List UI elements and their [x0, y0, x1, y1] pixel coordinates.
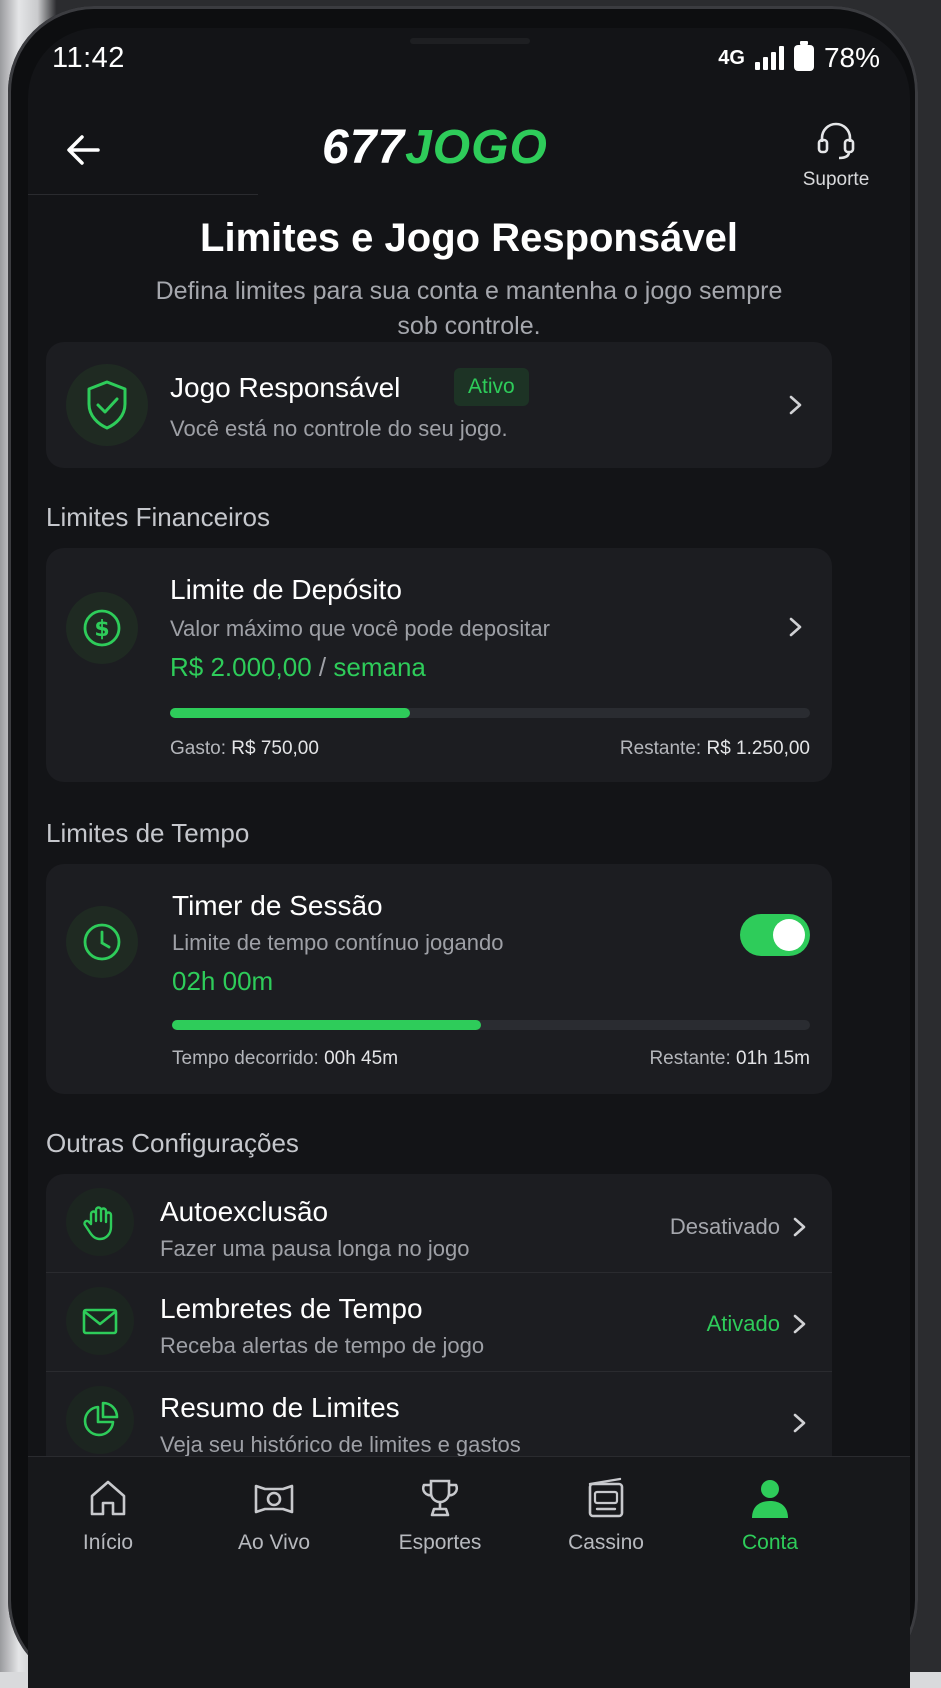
section-financial-limits: Limites Financeiros	[46, 502, 270, 532]
nav-label-sports: Esportes	[398, 1531, 482, 1554]
status-bar: 11:42 4G 78%	[28, 28, 910, 108]
brand-logo[interactable]: 677JOGO	[322, 120, 548, 175]
nav-label-casino: Cassino	[568, 1531, 644, 1554]
dollar-icon-wrap: $	[66, 592, 138, 664]
responsible-title: Jogo Responsável	[170, 372, 401, 403]
session-progress-bar	[172, 1020, 810, 1030]
hand-icon	[83, 1206, 113, 1241]
other-settings-list: Autoexclusão Fazer uma pausa longa no jo…	[46, 1174, 832, 1474]
responsible-gaming-card[interactable]: Jogo Responsável Ativo Você está no cont…	[46, 342, 832, 468]
deposit-limit-amount: R$ 2.000,00 / semana	[170, 652, 426, 682]
status-badge: Ativo	[454, 368, 529, 406]
time-reminders-title: Lembretes de Tempo	[160, 1293, 423, 1324]
shield-icon-wrap	[66, 364, 148, 446]
dollar-icon: $	[83, 609, 121, 647]
bottom-navigation: Início Ao Vivo Esportes Cassino Conta	[28, 1456, 910, 1688]
live-icon	[254, 1484, 294, 1514]
headset-icon	[817, 122, 855, 160]
signal-icon	[754, 46, 784, 70]
status-icons: 4G 78%	[718, 41, 880, 74]
self-exclusion-description: Fazer uma pausa longa no jogo	[160, 1236, 470, 1261]
list-item-time-reminders[interactable]: Lembretes de Tempo Receba alertas de tem…	[46, 1273, 832, 1371]
nav-item-account[interactable]: Conta	[700, 1475, 840, 1555]
mail-icon	[82, 1308, 118, 1335]
deposit-limit-description: Valor máximo que você pode depositar	[170, 616, 550, 641]
chevron-right-icon	[793, 1413, 806, 1433]
nav-label-home: Início	[82, 1531, 134, 1554]
nav-label-account: Conta	[741, 1531, 799, 1554]
support-label: Suporte	[802, 169, 870, 190]
battery-icon	[793, 41, 814, 71]
nav-label-live: Ao Vivo	[238, 1531, 310, 1554]
pie-chart-icon-wrap	[66, 1386, 134, 1454]
status-time: 11:42	[52, 42, 125, 74]
slot-machine-icon	[588, 1477, 624, 1518]
session-timer-description: Limite de tempo contínuo jogando	[172, 930, 504, 955]
deposit-remaining: Restante: R$ 1.250,00	[619, 738, 810, 759]
nav-item-casino[interactable]: Cassino	[536, 1475, 676, 1555]
time-reminders-description: Receba alertas de tempo de jogo	[160, 1333, 485, 1358]
back-arrow-icon[interactable]	[64, 130, 104, 170]
app-screen: 11:42 4G 78% 677JOGO Suporte Limites e J…	[28, 28, 910, 1688]
self-exclusion-title: Autoexclusão	[160, 1196, 329, 1227]
list-item-self-exclusion[interactable]: Autoexclusão Fazer uma pausa longa no jo…	[46, 1174, 832, 1272]
deposit-progress-bar	[170, 708, 810, 718]
section-time-limits: Limites de Tempo	[46, 818, 250, 848]
nav-item-live[interactable]: Ao Vivo	[204, 1475, 344, 1555]
nav-item-sports[interactable]: Esportes	[370, 1475, 510, 1555]
home-icon	[90, 1480, 126, 1516]
deposit-limit-card[interactable]: $ Limite de Depósito Valor máximo que vo…	[46, 548, 832, 782]
header-divider	[28, 194, 258, 195]
chevron-right-icon	[789, 617, 802, 637]
limits-summary-title: Resumo de Limites	[160, 1392, 400, 1423]
self-exclusion-status: Desativado	[669, 1214, 780, 1239]
chevron-right-icon	[793, 1217, 806, 1237]
page-title: Limites e Jogo Responsável	[200, 216, 738, 260]
session-timer-toggle[interactable]	[740, 914, 810, 956]
app-header: 677JOGO Suporte	[28, 108, 910, 198]
limits-summary-description: Veja seu histórico de limites e gastos	[160, 1432, 521, 1457]
chevron-right-icon	[793, 1314, 806, 1334]
toggle-knob	[773, 919, 805, 951]
trophy-icon	[421, 1479, 459, 1517]
hand-icon-wrap	[66, 1188, 134, 1256]
session-timer-value: 02h 00m	[172, 966, 274, 996]
deposit-spent: Gasto: R$ 750,00	[170, 738, 319, 759]
mail-icon-wrap	[66, 1287, 134, 1355]
nav-item-home[interactable]: Início	[38, 1475, 178, 1555]
session-remaining: Restante: 01h 15m	[649, 1048, 810, 1069]
clock-icon-wrap	[66, 906, 138, 978]
session-elapsed: Tempo decorrido: 00h 45m	[172, 1048, 399, 1069]
battery-level: 78%	[823, 42, 880, 73]
session-timer-title: Timer de Sessão	[172, 890, 383, 921]
deposit-limit-title: Limite de Depósito	[170, 574, 402, 605]
shield-check-icon	[87, 380, 127, 430]
support-button[interactable]: Suporte	[796, 118, 876, 191]
time-reminders-status: Ativado	[706, 1311, 780, 1336]
deposit-progress-fill	[170, 708, 410, 718]
page-subtitle: Defina limites para sua conta e mantenha…	[155, 277, 783, 340]
session-progress-fill	[172, 1020, 482, 1030]
session-timer-card[interactable]: Timer de Sessão Limite de tempo contínuo…	[46, 864, 832, 1094]
responsible-description: Você está no controle do seu jogo.	[170, 416, 508, 441]
chevron-right-icon	[789, 395, 802, 415]
network-type: 4G	[718, 47, 745, 69]
user-icon	[752, 1480, 788, 1518]
section-other-settings: Outras Configurações	[46, 1128, 299, 1158]
clock-icon	[83, 923, 121, 961]
pie-chart-icon	[83, 1401, 119, 1437]
svg-text:$: $	[94, 617, 109, 642]
